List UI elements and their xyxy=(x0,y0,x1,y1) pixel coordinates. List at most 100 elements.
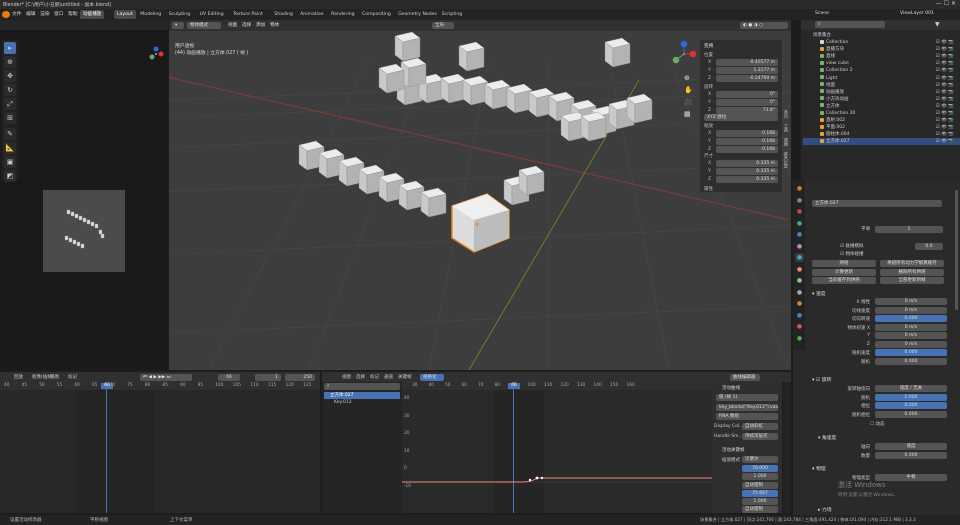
cube[interactable] xyxy=(604,37,631,68)
pan-hand-icon[interactable]: ✋ xyxy=(684,86,693,94)
rotation-prop-field[interactable]: 速度 / 无关 xyxy=(875,385,947,392)
workspace-tab[interactable]: Shading xyxy=(271,10,296,19)
workspace-left-tab[interactable]: 动画播放 xyxy=(80,10,105,19)
physics-header[interactable]: ▾ 物理 xyxy=(812,465,826,472)
graph-menu[interactable]: 选择 xyxy=(356,374,365,380)
velocity-field[interactable]: 0 m/s xyxy=(875,340,947,348)
timeline-playhead[interactable] xyxy=(106,382,107,513)
outliner-item[interactable]: Collection 20 ☑ 👁 📷 xyxy=(803,110,960,117)
outliner-root[interactable]: 场景集合 xyxy=(803,32,960,39)
angular-field[interactable]: 速度 xyxy=(875,443,947,450)
workspace-tab[interactable]: Compositing xyxy=(359,10,394,19)
menu-item[interactable]: 帮助 xyxy=(68,10,78,19)
graph-menu[interactable]: 通道 xyxy=(384,374,393,380)
velocity-header[interactable]: ▾ 速度 xyxy=(812,290,826,297)
location-field[interactable]: -0.40577 m xyxy=(716,59,778,66)
velocity-field[interactable]: 0 m/s xyxy=(875,298,947,305)
bake-button[interactable]: 计算更新 xyxy=(812,268,876,276)
measure-tool-icon[interactable]: 📐 xyxy=(4,142,16,154)
cube[interactable] xyxy=(506,83,533,114)
dimension-field[interactable]: 0.335 m xyxy=(716,176,778,183)
angular-field[interactable]: 0.000 xyxy=(875,451,947,459)
properties-tab-icon[interactable]: ● xyxy=(795,322,804,331)
workspace-tab[interactable]: Texture Paint xyxy=(230,10,266,19)
rotation-header[interactable]: ▾ ☑ 旋转 xyxy=(812,376,831,383)
cube[interactable] xyxy=(626,93,653,124)
graph-menu[interactable]: 标记 xyxy=(370,374,379,380)
workspace-tab[interactable]: Animation xyxy=(297,10,326,19)
properties-tab-icon[interactable]: ● xyxy=(795,219,804,228)
rotate-tool-icon[interactable]: ↻ xyxy=(4,84,16,96)
bake-button[interactable]: 当前缓存到烘焙 xyxy=(812,277,876,284)
cube[interactable] xyxy=(398,180,425,211)
dynamic-checkbox[interactable]: ☐ 动态 xyxy=(870,421,884,427)
outliner-item[interactable]: 立方体.027 ☑ 👁 📷 xyxy=(803,138,960,146)
visibility-icons[interactable]: ☑ 👁 📷 xyxy=(936,75,954,82)
move-tool-icon[interactable]: ✥ xyxy=(4,70,16,82)
scale-field[interactable]: 0.168 xyxy=(716,146,778,153)
filter-icon[interactable]: ▼ xyxy=(935,21,940,28)
cube[interactable] xyxy=(518,165,545,196)
fcurve-data-path[interactable]: key_blocks["Key.013"].value xyxy=(716,404,778,411)
editor-type-button[interactable]: ▾ xyxy=(172,22,184,29)
velocity-field[interactable]: 0 m/s xyxy=(875,323,947,331)
workspace-tab[interactable]: Geometry Nodes xyxy=(395,10,440,19)
fcurve-channel[interactable]: 值 (帧 1) xyxy=(716,394,778,401)
select-box-tool-icon[interactable]: ▸ xyxy=(4,42,16,54)
menu-item[interactable]: 编辑 xyxy=(26,10,36,19)
collision-checkbox[interactable]: ☑ 碰撞模拟 xyxy=(840,243,863,249)
cursor-tool-icon[interactable]: ⊕ xyxy=(4,56,16,68)
rotation-prop-field[interactable]: 1.000 xyxy=(875,393,947,401)
transform-tool-icon[interactable]: ⊞ xyxy=(4,112,16,124)
properties-tab-icon[interactable]: ● xyxy=(795,207,804,216)
graph-menu[interactable]: 视图 xyxy=(342,374,351,380)
outliner-item[interactable]: 直线 ☑ 👁 📷 xyxy=(803,53,960,60)
interp-dropdown[interactable]: 贝塞尔 xyxy=(742,456,778,463)
location-field[interactable]: -0.24769 m xyxy=(716,75,778,82)
force-field-header[interactable]: ▸ 力场 xyxy=(818,506,832,513)
velocity-field[interactable]: 0.000 xyxy=(875,315,947,322)
properties-tab-icon[interactable]: ● xyxy=(795,184,804,193)
visibility-icons[interactable]: ☑ 👁 📷 xyxy=(936,67,954,74)
fcurve-rna-index[interactable]: RNA 数组 xyxy=(716,413,778,420)
velocity-field[interactable]: 0 m/s xyxy=(875,306,947,314)
end-frame-field[interactable]: 250 xyxy=(285,374,315,381)
menu-item[interactable]: 窗口 xyxy=(54,10,64,19)
outliner-item[interactable]: 小方块动画 ☑ 👁 📷 xyxy=(803,96,960,103)
outliner-item[interactable]: 直射.002 ☑ 👁 📷 xyxy=(803,117,960,124)
right-handle-type[interactable]: 自动钳制 xyxy=(742,506,778,513)
handle-dropdown[interactable]: 持续深层次 xyxy=(742,433,778,440)
dimension-field[interactable]: 0.335 m xyxy=(716,160,778,167)
object-collision-checkbox[interactable]: ☑ 物体碰撞 xyxy=(840,251,863,257)
left-value-field[interactable]: 1.000 xyxy=(742,498,778,505)
rotation-field[interactable]: 0° xyxy=(716,99,778,106)
graph-mode-dropdown[interactable]: 曲线编辑器 xyxy=(730,374,760,381)
key-value-field[interactable]: 1.000 xyxy=(742,473,778,480)
outliner-search-input[interactable]: ⌕ xyxy=(815,21,885,28)
object-mode-dropdown[interactable]: 物体模式 xyxy=(187,22,221,29)
visibility-icons[interactable]: ☑ 👁 📷 xyxy=(936,89,954,96)
annotate-tool-icon[interactable]: ✎ xyxy=(4,128,16,140)
properties-tab-icon[interactable]: ● xyxy=(795,253,804,262)
cube[interactable] xyxy=(580,111,607,142)
visibility-icons[interactable]: ☑ 👁 📷 xyxy=(936,82,954,89)
outliner-item[interactable]: Collection ☑ 👁 📷 xyxy=(803,39,960,46)
workspace-tab[interactable]: Rendering xyxy=(328,10,357,19)
scale-field[interactable]: 0.168 xyxy=(716,130,778,137)
viewport-sidebar-tab[interactable]: 条目 xyxy=(783,110,789,118)
playback-controls[interactable]: ⏮ ◀ ▶ ▶▶ ⏭ xyxy=(140,374,192,381)
viewport-menu[interactable]: 视图 xyxy=(228,22,237,28)
menu-item[interactable]: 渲染 xyxy=(40,10,50,19)
viewport-menu[interactable]: 选择 xyxy=(242,22,251,28)
scale-field[interactable]: 0.168 xyxy=(716,138,778,145)
visibility-icons[interactable]: ☑ 👁 📷 xyxy=(936,39,954,46)
bake-button[interactable]: 删除所有烘焙 xyxy=(880,268,944,276)
viewport-sidebar-tab[interactable]: 视图 xyxy=(783,138,789,146)
properties-tab-icon[interactable]: ● xyxy=(795,311,804,320)
bake-button[interactable]: 全部更新到帧 xyxy=(880,277,944,284)
visibility-icons[interactable]: ☑ 👁 📷 xyxy=(936,117,954,124)
properties-tab-icon[interactable]: ● xyxy=(795,265,804,274)
properties-tab-icon[interactable]: ● xyxy=(795,288,804,297)
visibility-icons[interactable]: ☑ 👁 📷 xyxy=(936,53,954,60)
add-cube-tool-icon[interactable]: ▣ xyxy=(4,156,16,168)
